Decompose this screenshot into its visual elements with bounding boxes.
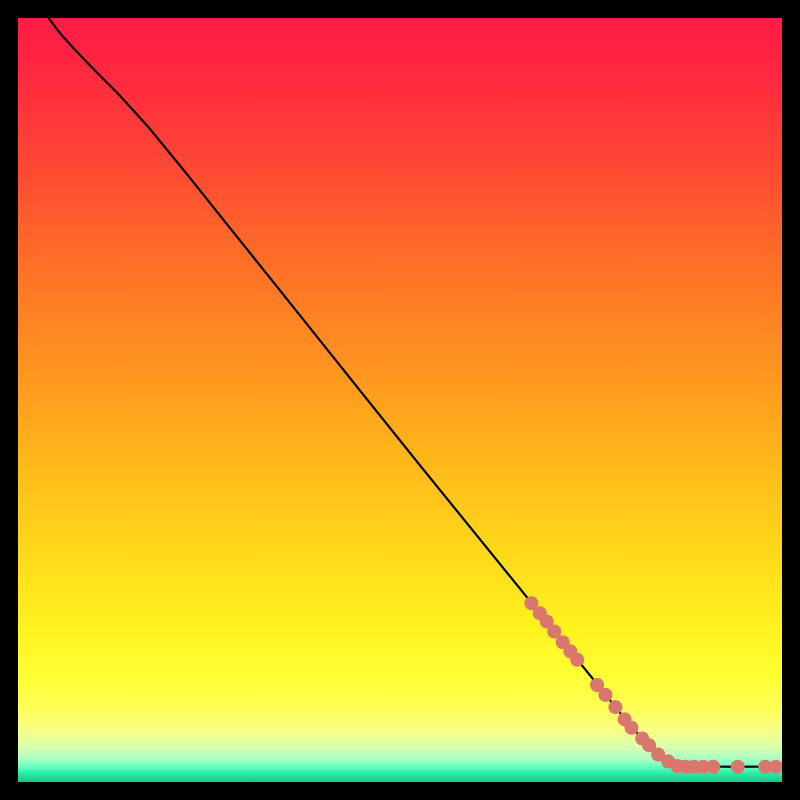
data-marker: [608, 700, 622, 714]
data-marker: [625, 721, 639, 735]
data-marker: [570, 653, 584, 667]
data-marker: [731, 760, 745, 774]
chart-frame: TheBottleneck.com: [18, 18, 782, 782]
data-marker: [599, 688, 613, 702]
data-marker: [706, 760, 720, 774]
chart-plot: [18, 18, 782, 782]
gradient-background: [18, 18, 782, 782]
